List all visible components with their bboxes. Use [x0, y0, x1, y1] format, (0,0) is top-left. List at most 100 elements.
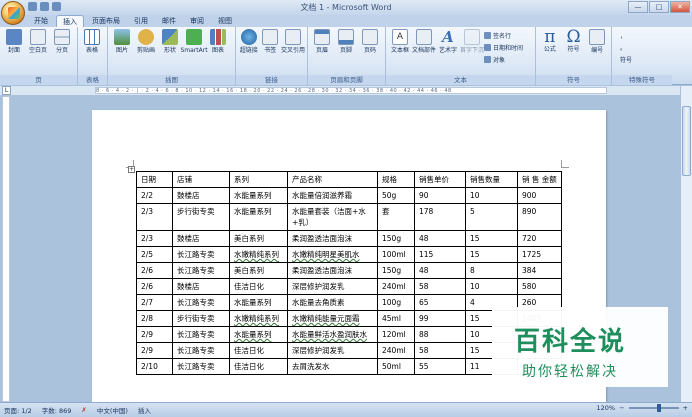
column-header[interactable]: 日期 — [136, 171, 173, 188]
object-button[interactable]: 对象 — [484, 55, 523, 64]
table-cell[interactable]: 水能量倍润滋养霜 — [287, 187, 378, 204]
table-cell[interactable]: 2/3 — [136, 230, 173, 247]
table-cell[interactable]: 890 — [517, 203, 562, 231]
table-cell[interactable]: 15 — [465, 246, 518, 263]
table-cell[interactable]: 580 — [517, 278, 562, 295]
table-cell[interactable]: 鼓楼店 — [172, 187, 230, 204]
word-count[interactable]: 字数: 869 — [42, 405, 72, 415]
table-cell[interactable]: 水能量去角质素 — [287, 294, 378, 311]
table-cell[interactable]: 2/9 — [136, 342, 173, 359]
vertical-ruler[interactable] — [2, 96, 10, 402]
table-cell[interactable]: 1725 — [517, 246, 562, 263]
table-cell[interactable]: 10 — [465, 278, 518, 295]
column-header[interactable]: 店铺 — [172, 171, 230, 188]
table-cell[interactable]: 长江路专卖 — [172, 342, 230, 359]
table-cell[interactable]: 65 — [414, 294, 466, 311]
table-cell[interactable]: 长江路专卖 — [172, 246, 230, 263]
vertical-scrollbar[interactable] — [680, 86, 692, 402]
table-cell[interactable]: 深层修护润发乳 — [287, 278, 378, 295]
more-symbols-button[interactable]: 符号 — [620, 55, 632, 64]
tab-review[interactable]: 审阅 — [184, 15, 210, 27]
table-cell[interactable]: 长江路专卖 — [172, 358, 230, 375]
tab-selector[interactable]: L — [2, 86, 11, 95]
table-cell[interactable]: 15 — [465, 230, 518, 247]
tab-mailings[interactable]: 邮件 — [156, 15, 182, 27]
table-move-handle[interactable]: + — [128, 166, 135, 173]
table-cell[interactable]: 水能量系列 — [229, 187, 288, 204]
table-cell[interactable]: 88 — [414, 326, 466, 343]
zoom-level[interactable]: 120% — [597, 404, 616, 412]
table-cell[interactable]: 水能量系列 — [229, 326, 288, 343]
column-header[interactable]: 销售数量 — [465, 171, 518, 188]
column-header[interactable]: 系列 — [229, 171, 288, 188]
table-cell[interactable]: 佳洁日化 — [229, 278, 288, 295]
table-cell[interactable]: 深层修护润发乳 — [287, 342, 378, 359]
zoom-out-icon[interactable]: − — [619, 404, 624, 412]
table-cell[interactable]: 2/3 — [136, 203, 173, 231]
table-cell[interactable]: 步行街专卖 — [172, 310, 230, 327]
close-button[interactable]: ✕ — [670, 1, 690, 13]
table-cell[interactable]: 58 — [414, 278, 466, 295]
table-cell[interactable]: 水能量鲜活水盈润肤水 — [287, 326, 378, 343]
table-cell[interactable]: 柔润盈透洁面泡沫 — [287, 230, 378, 247]
table-cell[interactable]: 长江路专卖 — [172, 294, 230, 311]
table-cell[interactable]: 100g — [377, 294, 415, 311]
date-time-button[interactable]: 日期和时间 — [484, 43, 523, 52]
table-cell[interactable]: 115 — [414, 246, 466, 263]
table-cell[interactable]: 水能量套装（洁面+水+乳） — [287, 203, 378, 231]
table-cell[interactable]: 55 — [414, 358, 466, 375]
table-cell[interactable]: 8 — [465, 262, 518, 279]
period-symbol-button[interactable]: 。 — [620, 43, 632, 52]
table-cell[interactable]: 90 — [414, 187, 466, 204]
table-cell[interactable]: 720 — [517, 230, 562, 247]
table-cell[interactable]: 佳洁日化 — [229, 342, 288, 359]
table-cell[interactable]: 384 — [517, 262, 562, 279]
tab-page-layout[interactable]: 页面布局 — [86, 15, 126, 27]
table-cell[interactable]: 10 — [465, 187, 518, 204]
column-header[interactable]: 产品名称 — [287, 171, 378, 188]
table-cell[interactable]: 2/10 — [136, 358, 173, 375]
comma-symbol-button[interactable]: ， — [620, 31, 632, 40]
table-cell[interactable]: 150g — [377, 230, 415, 247]
column-header[interactable]: 销 售 金额 — [517, 171, 562, 188]
table-cell[interactable]: 长江路专卖 — [172, 262, 230, 279]
table-cell[interactable]: 2/6 — [136, 262, 173, 279]
table-cell[interactable]: 美白系列 — [229, 262, 288, 279]
horizontal-ruler[interactable]: L 8 · 6 · 4 · 2 · │ · 2 · 4 · 6 · 8 · 10… — [0, 86, 692, 95]
table-cell[interactable]: 水嫩精纯系列 — [229, 246, 288, 263]
table-cell[interactable]: 900 — [517, 187, 562, 204]
spelling-icon[interactable]: ✗ — [81, 406, 86, 414]
page-count[interactable]: 页面: 1/2 — [4, 405, 32, 415]
tab-view[interactable]: 视图 — [212, 15, 238, 27]
table-cell[interactable]: 2/5 — [136, 246, 173, 263]
table-cell[interactable]: 水能量系列 — [229, 203, 288, 231]
table-cell[interactable]: 5 — [465, 203, 518, 231]
table-cell[interactable]: 45ml — [377, 310, 415, 327]
table-cell[interactable]: 柔润盈透洁面泡沫 — [287, 262, 378, 279]
tab-home[interactable]: 开始 — [28, 15, 54, 27]
table-cell[interactable]: 178 — [414, 203, 466, 231]
table-cell[interactable]: 240ml — [377, 342, 415, 359]
table-cell[interactable]: 美白系列 — [229, 230, 288, 247]
table-cell[interactable]: 去屑洗发水 — [287, 358, 378, 375]
zoom-slider[interactable] — [628, 404, 679, 412]
table-cell[interactable]: 鼓楼店 — [172, 278, 230, 295]
table-cell[interactable]: 99 — [414, 310, 466, 327]
tab-references[interactable]: 引用 — [128, 15, 154, 27]
table-cell[interactable]: 50g — [377, 187, 415, 204]
column-header[interactable]: 销售单价 — [414, 171, 466, 188]
table-cell[interactable]: 240ml — [377, 278, 415, 295]
table-cell[interactable]: 长江路专卖 — [172, 326, 230, 343]
zoom-in-icon[interactable]: + — [683, 404, 688, 412]
table-cell[interactable]: 步行街专卖 — [172, 203, 230, 231]
table-cell[interactable]: 58 — [414, 342, 466, 359]
table-cell[interactable]: 150g — [377, 262, 415, 279]
table-cell[interactable]: 50ml — [377, 358, 415, 375]
tab-insert[interactable]: 插入 — [56, 15, 84, 27]
table-cell[interactable]: 2/9 — [136, 326, 173, 343]
table-cell[interactable]: 水嫩精纯能量元面霜 — [287, 310, 378, 327]
table-cell[interactable]: 100ml — [377, 246, 415, 263]
table-cell[interactable]: 48 — [414, 262, 466, 279]
table-cell[interactable]: 48 — [414, 230, 466, 247]
table-cell[interactable]: 套 — [377, 203, 415, 231]
